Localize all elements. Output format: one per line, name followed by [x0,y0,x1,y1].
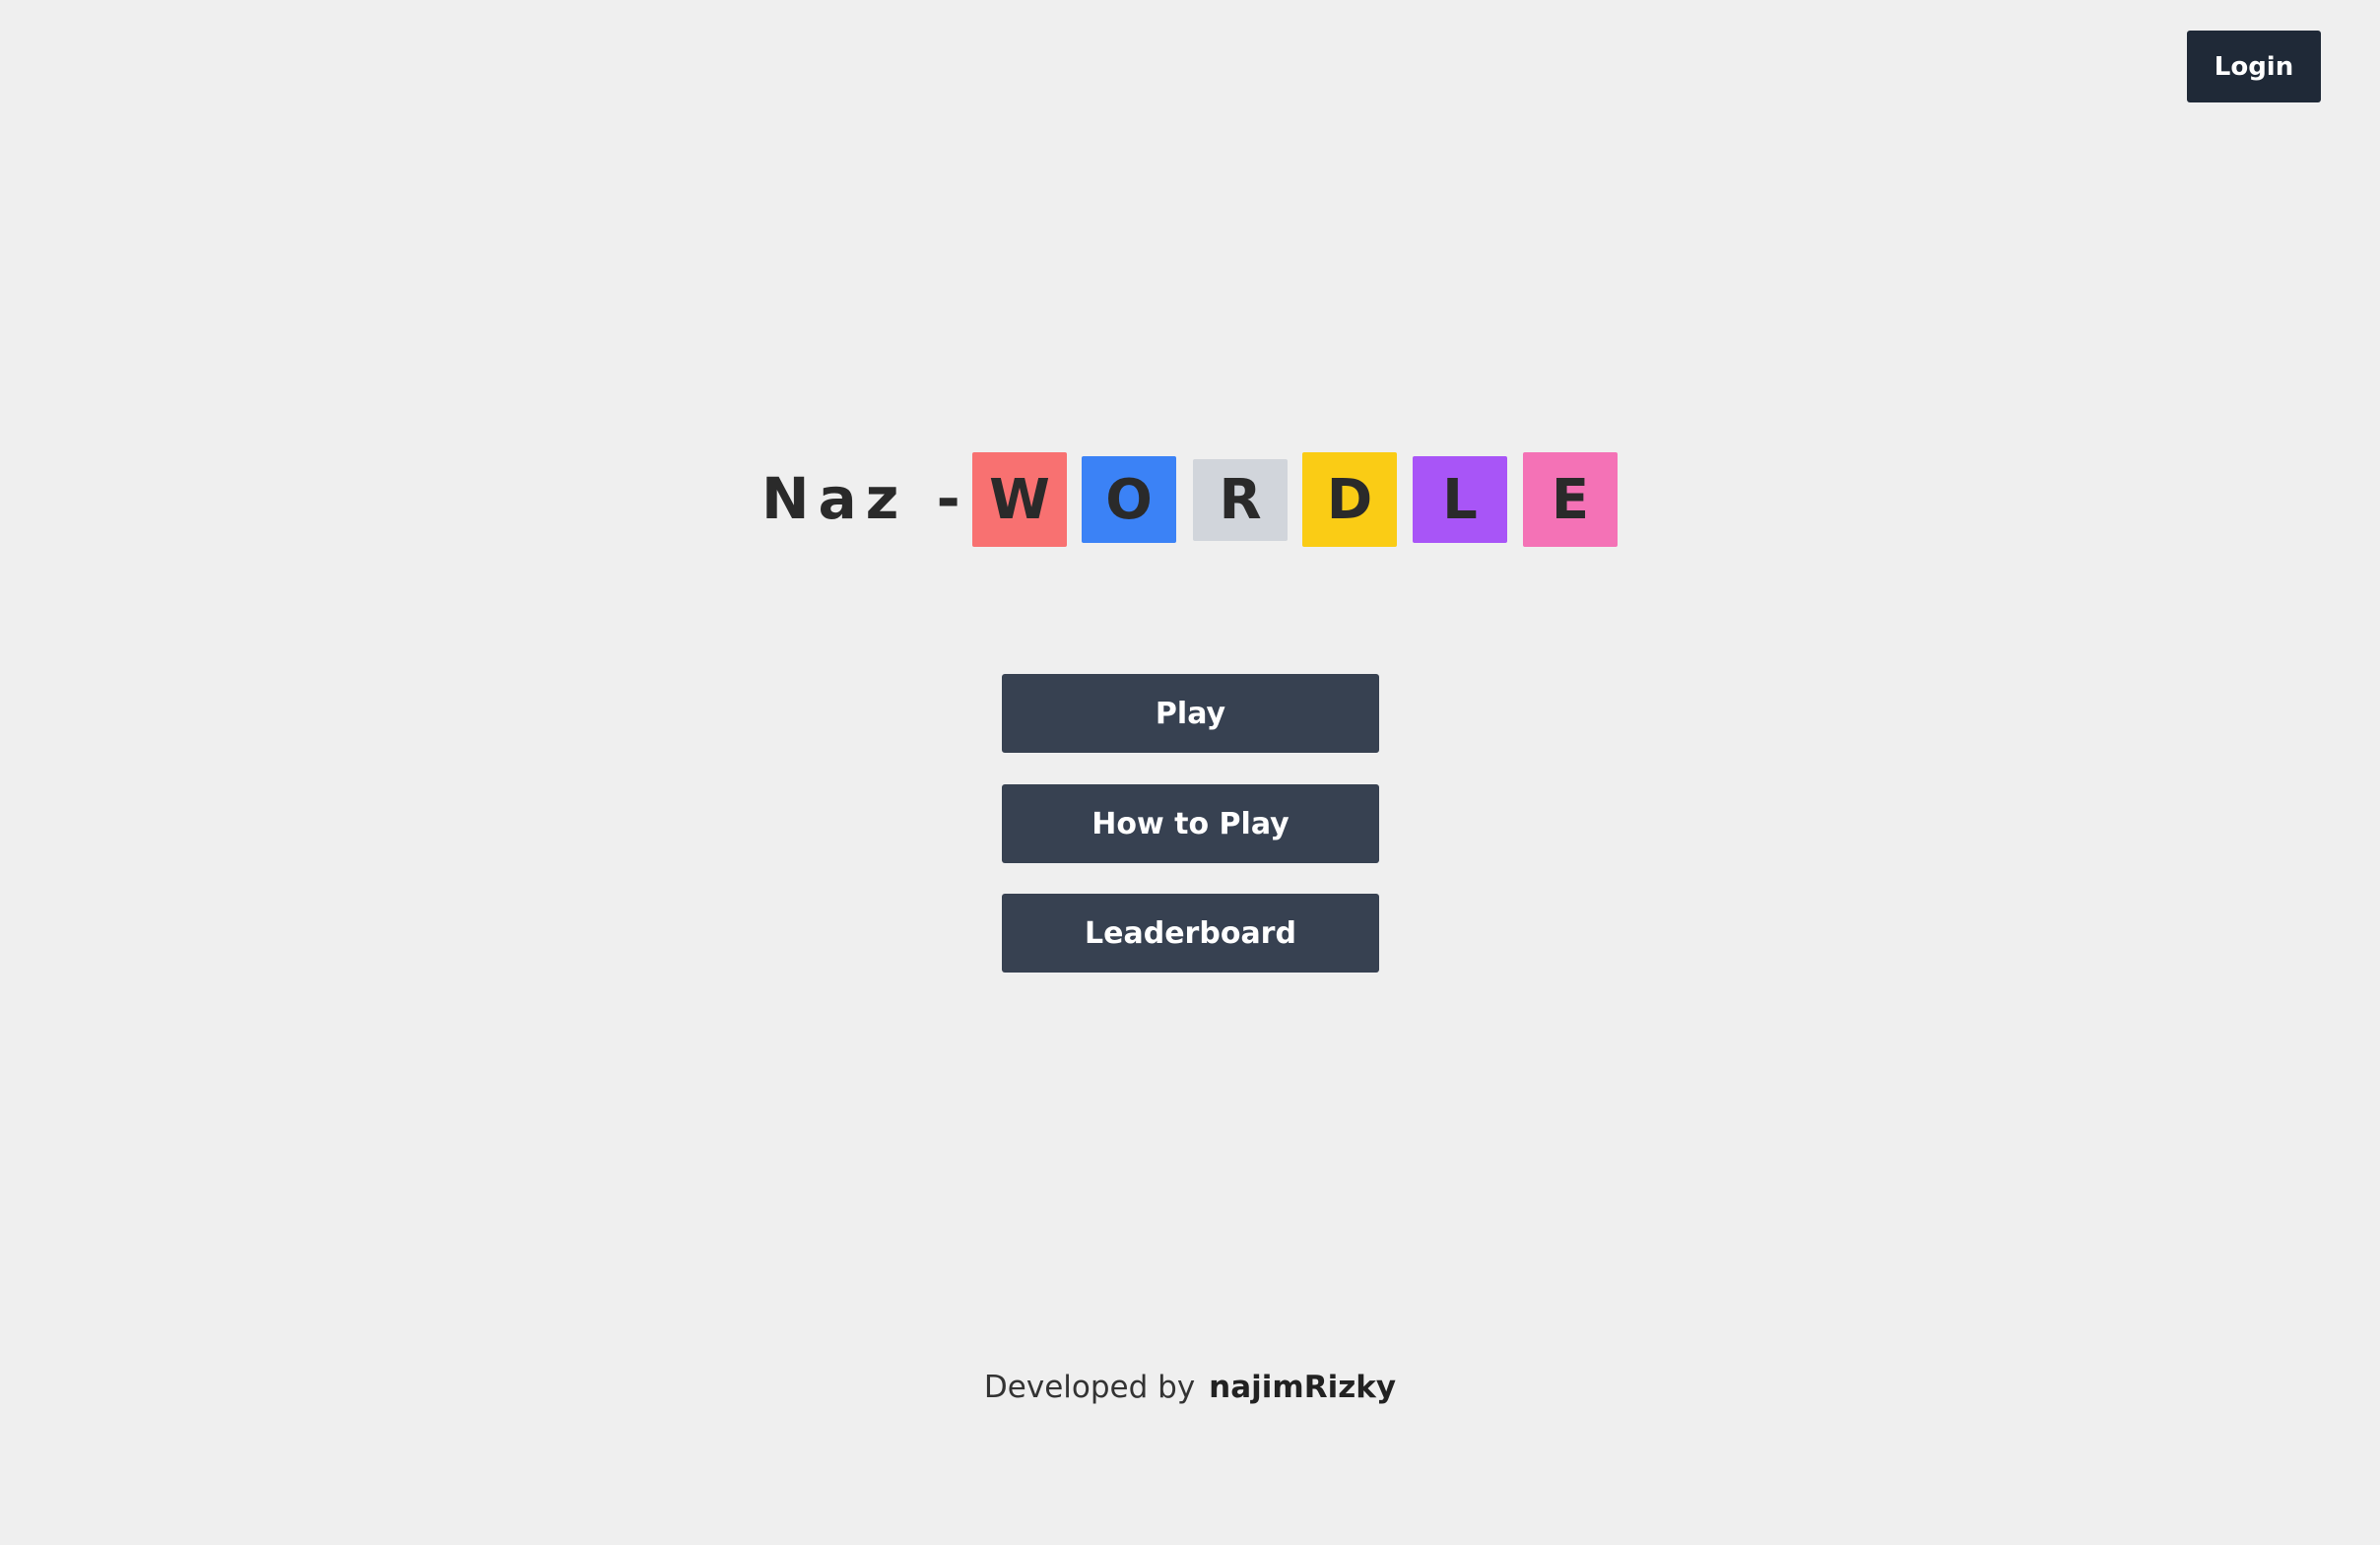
title-tile-e: E [1523,452,1618,547]
title-tile-o: O [1082,456,1176,543]
title-prefix: Naz - [761,465,969,532]
play-button[interactable]: Play [1002,674,1379,753]
title-tile-r: R [1193,459,1288,541]
game-title: Naz - W O R D L E [0,448,2380,549]
login-button[interactable]: Login [2187,31,2321,102]
title-tile-d: D [1302,452,1397,547]
title-tile-w: W [972,452,1067,547]
home-page: Login Naz - W O R D L E Play How to Play… [0,0,2380,1545]
leaderboard-button[interactable]: Leaderboard [1002,894,1379,973]
footer: Developed by najimRizky [0,1370,2380,1405]
title-tile-l: L [1413,456,1507,543]
developed-by-text: Developed by [983,1370,1196,1405]
author-link[interactable]: najimRizky [1209,1370,1396,1405]
how-to-play-button[interactable]: How to Play [1002,784,1379,863]
